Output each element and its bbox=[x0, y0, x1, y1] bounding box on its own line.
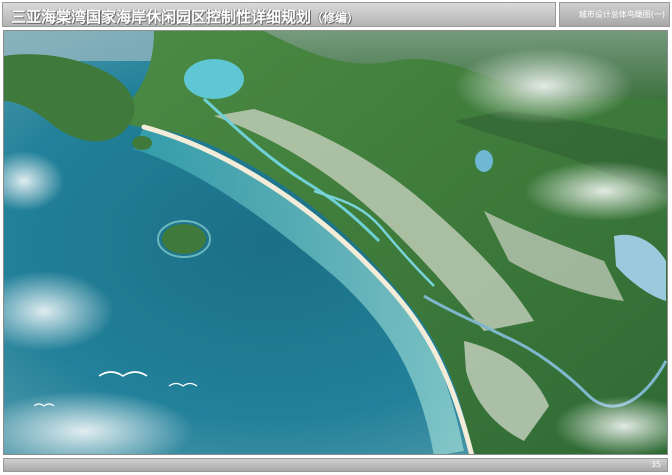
cloud bbox=[454, 48, 634, 124]
section-tab: 城市设计总体鸟瞰图(一) bbox=[559, 2, 670, 27]
document-subtitle: （修编） bbox=[311, 11, 360, 25]
plan-page: 三亚海棠湾国家海岸休闲园区控制性详细规划（修编） 城市设计总体鸟瞰图(一) 35 bbox=[0, 0, 672, 475]
small-island bbox=[132, 136, 152, 150]
document-title: 三亚海棠湾国家海岸休闲园区控制性详细规划（修编） bbox=[11, 8, 359, 27]
aerial-rendering bbox=[3, 30, 668, 455]
island bbox=[162, 224, 206, 254]
inland-lake bbox=[475, 150, 493, 172]
page-number: 35 bbox=[650, 460, 661, 469]
title-bar: 三亚海棠湾国家海岸休闲园区控制性详细规划（修编） bbox=[2, 2, 556, 27]
page-header: 三亚海棠湾国家海岸休闲园区控制性详细规划（修编） 城市设计总体鸟瞰图(一) bbox=[0, 0, 672, 30]
lagoon-north bbox=[184, 59, 244, 99]
page-footer: 35 bbox=[3, 458, 668, 472]
section-title: 城市设计总体鸟瞰图(一) bbox=[578, 10, 665, 19]
aerial-rendering-image bbox=[4, 31, 667, 454]
document-title-text: 三亚海棠湾国家海岸休闲园区控制性详细规划 bbox=[11, 8, 312, 26]
